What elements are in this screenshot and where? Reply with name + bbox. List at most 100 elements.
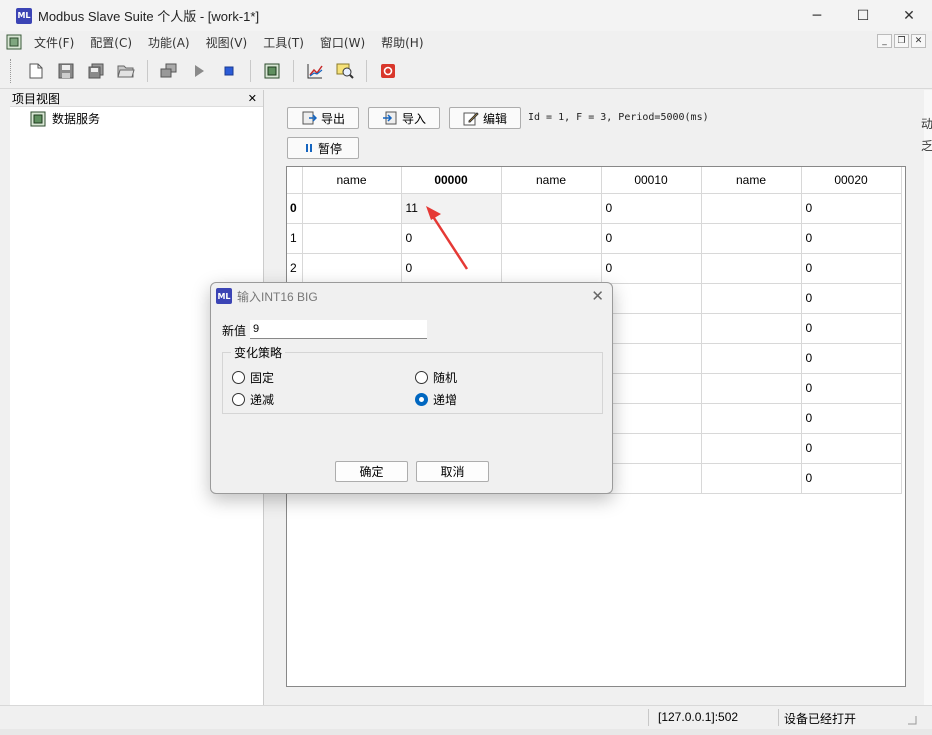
- value-cell[interactable]: [601, 433, 702, 464]
- radio-random[interactable]: 随机: [415, 369, 457, 386]
- maximize-button[interactable]: ☐: [840, 0, 886, 31]
- value-cell[interactable]: 0: [401, 253, 502, 284]
- resize-grip-icon[interactable]: [906, 714, 918, 726]
- new-value-input[interactable]: [250, 320, 427, 339]
- dialog-title: 输入INT16 BIG: [237, 289, 318, 304]
- menu-function[interactable]: 功能(A): [140, 34, 198, 51]
- value-cell[interactable]: 0: [601, 253, 702, 284]
- save-icon[interactable]: [55, 60, 77, 82]
- menu-config[interactable]: 配置(C): [82, 34, 140, 51]
- value-cell[interactable]: 0: [801, 463, 902, 494]
- value-cell[interactable]: 0: [601, 193, 702, 224]
- menu-window[interactable]: 窗口(W): [312, 34, 373, 51]
- menu-tools[interactable]: 工具(T): [255, 34, 312, 51]
- menu-view[interactable]: 视图(V): [198, 34, 256, 51]
- value-cell[interactable]: [601, 403, 702, 434]
- value-cell[interactable]: 0: [401, 223, 502, 254]
- close-button[interactable]: ✕: [886, 0, 932, 31]
- connect-icon[interactable]: [158, 60, 180, 82]
- name-cell[interactable]: [701, 403, 802, 434]
- value-cell[interactable]: [601, 463, 702, 494]
- app-logo-icon: ML: [16, 7, 32, 24]
- input-dialog: ML 输入INT16 BIG ✕ 新值 变化策略 固定 随机 递减 递增 确定 …: [210, 282, 613, 494]
- table-row: 1 0 0 0: [287, 223, 902, 254]
- column-header[interactable]: name: [701, 167, 802, 194]
- name-cell[interactable]: [701, 283, 802, 314]
- radio-fixed[interactable]: 固定: [232, 369, 274, 386]
- export-icon: [302, 111, 317, 125]
- name-cell[interactable]: [701, 193, 802, 224]
- name-cell[interactable]: [302, 253, 402, 284]
- dialog-close-button[interactable]: ✕: [591, 287, 604, 305]
- column-header[interactable]: 00020: [801, 167, 902, 194]
- name-cell[interactable]: [701, 433, 802, 464]
- column-header[interactable]: 00010: [601, 167, 702, 194]
- name-cell[interactable]: [701, 313, 802, 344]
- play-icon[interactable]: [188, 60, 210, 82]
- device-icon[interactable]: [261, 60, 283, 82]
- record-icon[interactable]: [377, 60, 399, 82]
- value-cell[interactable]: 0: [801, 343, 902, 374]
- value-cell[interactable]: 0: [801, 193, 902, 224]
- toolbar: [0, 53, 932, 89]
- stop-icon[interactable]: [218, 60, 240, 82]
- toolbar-grip[interactable]: [10, 58, 13, 83]
- pause-button[interactable]: 暂停: [287, 137, 359, 159]
- name-cell[interactable]: [302, 223, 402, 254]
- column-header[interactable]: name: [501, 167, 602, 194]
- value-cell[interactable]: [601, 283, 702, 314]
- value-cell[interactable]: 0: [801, 403, 902, 434]
- name-cell[interactable]: [302, 193, 402, 224]
- value-cell[interactable]: 0: [801, 373, 902, 404]
- value-cell[interactable]: [601, 343, 702, 374]
- value-cell[interactable]: 0: [801, 283, 902, 314]
- value-cell[interactable]: 0: [801, 313, 902, 344]
- cancel-button[interactable]: 取消: [416, 461, 489, 482]
- export-label: 导出: [320, 111, 345, 126]
- chart-icon[interactable]: [304, 60, 326, 82]
- ok-button[interactable]: 确定: [335, 461, 408, 482]
- value-cell[interactable]: 0: [801, 433, 902, 464]
- value-cell[interactable]: [601, 313, 702, 344]
- document-menu-icon[interactable]: [6, 34, 22, 50]
- value-cell[interactable]: 11: [401, 193, 502, 224]
- mdi-controls: _ ❐ ✕: [877, 34, 926, 48]
- tree-item-data-service[interactable]: 数据服务: [30, 110, 263, 127]
- menu-help[interactable]: 帮助(H): [373, 34, 431, 51]
- edit-button[interactable]: 编辑: [449, 107, 521, 129]
- search-icon[interactable]: [334, 60, 356, 82]
- radio-label: 随机: [433, 371, 458, 385]
- value-cell[interactable]: [601, 373, 702, 404]
- menu-file[interactable]: 文件(F): [26, 34, 82, 51]
- name-cell[interactable]: [501, 193, 602, 224]
- name-cell[interactable]: [501, 223, 602, 254]
- status-address: [127.0.0.1]:502: [658, 710, 739, 724]
- value-cell[interactable]: 0: [601, 223, 702, 254]
- radio-increment[interactable]: 递增: [415, 391, 457, 408]
- radio-label: 固定: [250, 371, 275, 385]
- value-cell[interactable]: 0: [801, 223, 902, 254]
- toolbar-separator: [293, 59, 294, 82]
- open-folder-icon[interactable]: [115, 60, 137, 82]
- radio-decrement[interactable]: 递减: [232, 391, 274, 408]
- column-header[interactable]: 00000: [401, 167, 502, 194]
- name-cell[interactable]: [501, 253, 602, 284]
- title-bar: ML Modbus Slave Suite 个人版 - [work-1*] ─ …: [0, 0, 932, 31]
- name-cell[interactable]: [701, 463, 802, 494]
- name-cell[interactable]: [701, 343, 802, 374]
- mdi-restore-button[interactable]: ❐: [894, 34, 909, 48]
- name-cell[interactable]: [701, 253, 802, 284]
- minimize-button[interactable]: ─: [794, 0, 840, 31]
- import-button[interactable]: 导入: [368, 107, 440, 129]
- export-button[interactable]: 导出: [287, 107, 359, 129]
- name-cell[interactable]: [701, 373, 802, 404]
- column-header[interactable]: name: [302, 167, 402, 194]
- value-cell[interactable]: 0: [801, 253, 902, 284]
- mdi-close-button[interactable]: ✕: [911, 34, 926, 48]
- name-cell[interactable]: [701, 223, 802, 254]
- project-view-close-button[interactable]: ✕: [248, 92, 257, 105]
- new-file-icon[interactable]: [25, 60, 47, 82]
- save-all-icon[interactable]: [85, 60, 107, 82]
- mdi-minimize-button[interactable]: _: [877, 34, 892, 48]
- corner-cell: [287, 167, 303, 194]
